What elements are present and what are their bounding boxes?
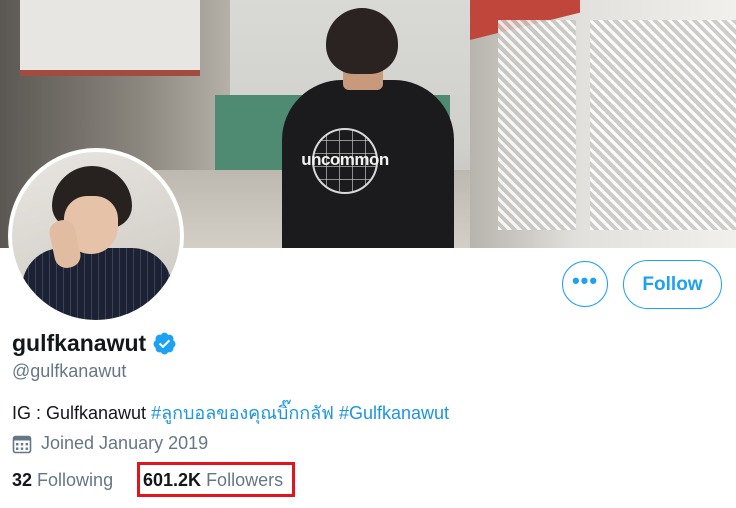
followers-highlight-box <box>137 462 295 497</box>
avatar-photo <box>12 152 180 320</box>
more-options-button[interactable]: ••• <box>562 261 608 307</box>
bio-text: IG : Gulfkanawut <box>12 403 152 423</box>
joined-date-row: Joined January 2019 <box>12 433 208 454</box>
avatar[interactable] <box>8 148 184 324</box>
verified-badge-icon <box>153 332 176 355</box>
banner-gate <box>498 20 576 230</box>
joined-date: Joined January 2019 <box>41 433 209 453</box>
following-link[interactable]: 32 Following <box>12 470 113 491</box>
banner-left-house <box>20 0 200 76</box>
hashtag-link[interactable]: #ลูกบอลของคุณบิ๊กกลัฟ <box>151 403 334 423</box>
jacket-print-text: uncommon <box>301 150 389 169</box>
hashtag-link[interactable]: #Gulfkanawut <box>339 403 449 423</box>
following-label: Following <box>37 470 114 490</box>
more-horizontal-icon: ••• <box>571 268 599 293</box>
avatar-suit <box>22 248 172 320</box>
banner-gate <box>590 20 736 230</box>
name-row: gulfkanawut <box>12 330 177 357</box>
following-count: 32 <box>12 470 33 490</box>
calendar-icon <box>12 435 32 453</box>
profile-bio: IG : Gulfkanawut #ลูกบอลของคุณบิ๊กกลัฟ #… <box>12 398 449 427</box>
follow-button[interactable]: Follow <box>623 260 722 309</box>
banner-person-head <box>326 8 398 74</box>
display-name: gulfkanawut <box>12 330 147 356</box>
profile-handle: @gulfkanawut <box>12 361 127 381</box>
